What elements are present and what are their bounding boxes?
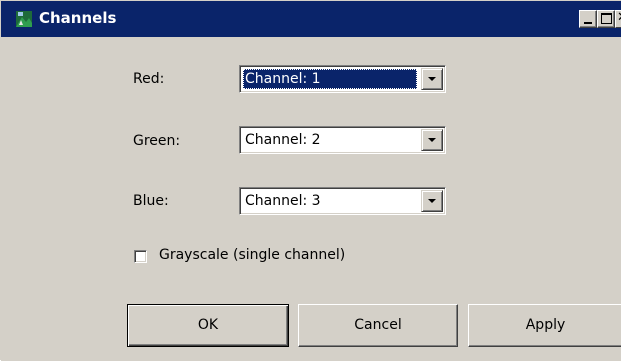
blue-label: Blue: [133,193,169,209]
maximize-icon[interactable] [597,10,615,28]
grayscale-checkbox[interactable] [134,250,147,263]
red-label: Red: [133,71,165,87]
minimize-icon[interactable] [579,10,597,28]
chevron-down-icon[interactable] [421,190,443,212]
chevron-down-icon[interactable] [421,129,443,151]
blue-channel-select[interactable]: Channel: 3 [239,187,446,215]
ok-button[interactable]: OK [127,304,289,347]
green-label: Green: [133,133,181,149]
channels-dialog: Channels Red: Channel: 1 Green: Channel:… [0,0,621,361]
title-bar[interactable]: Channels [1,1,621,37]
channels-app-icon [16,11,32,27]
green-channel-select[interactable]: Channel: 2 [239,126,446,154]
red-channel-select[interactable]: Channel: 1 [239,65,446,93]
cancel-button[interactable]: Cancel [298,304,458,347]
red-channel-value: Channel: 1 [243,69,417,89]
blue-channel-value: Channel: 3 [245,193,321,209]
green-channel-value: Channel: 2 [245,132,321,148]
window-title: Channels [39,9,117,27]
chevron-down-icon[interactable] [421,68,443,90]
close-icon[interactable] [615,10,621,28]
apply-button[interactable]: Apply [468,304,621,347]
grayscale-label[interactable]: Grayscale (single channel) [159,247,345,263]
